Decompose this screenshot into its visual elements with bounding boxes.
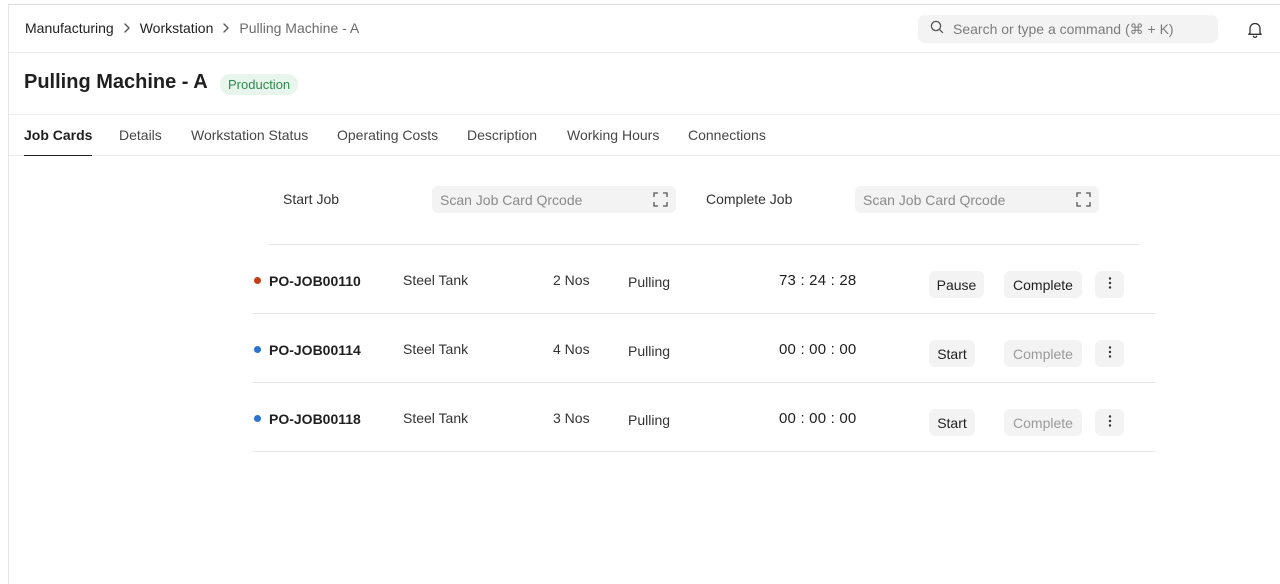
status-badge: Production <box>220 74 299 95</box>
app-frame: Manufacturing Workstation Pulling Machin… <box>8 4 1280 584</box>
job-qty: 4 Nos <box>553 341 590 357</box>
more-vertical-icon <box>1108 345 1112 362</box>
search-bar[interactable] <box>918 15 1218 43</box>
search-icon <box>930 20 944 39</box>
search-input[interactable] <box>953 21 1203 37</box>
tab-operating-costs[interactable]: Operating Costs <box>337 127 438 156</box>
job-card-id[interactable]: PO-JOB00114 <box>269 342 361 358</box>
job-qty: 3 Nos <box>553 410 590 426</box>
job-card-row[interactable]: PO-JOB00110 Steel Tank 2 Nos Pulling 73 … <box>253 245 1155 314</box>
status-dot <box>254 346 261 353</box>
job-timer: 00 : 00 : 00 <box>779 341 857 358</box>
job-card-id[interactable]: PO-JOB00110 <box>269 273 361 289</box>
tab-workstation-status[interactable]: Workstation Status <box>191 127 308 156</box>
job-item: Steel Tank <box>403 272 469 288</box>
job-card-row[interactable]: PO-JOB00114 Steel Tank 4 Nos Pulling 00 … <box>253 314 1155 383</box>
scan-frame-icon[interactable] <box>1076 192 1091 212</box>
status-dot <box>254 415 261 422</box>
chevron-right-icon <box>114 23 140 33</box>
job-item: Steel Tank <box>403 341 469 357</box>
complete-button[interactable]: Complete <box>1004 271 1082 298</box>
tab-bar: Job Cards Details Workstation Status Ope… <box>9 115 1280 156</box>
more-menu-button[interactable] <box>1095 409 1124 436</box>
more-vertical-icon <box>1108 414 1112 431</box>
breadcrumb-workstation[interactable]: Workstation <box>140 20 214 36</box>
scan-frame-icon[interactable] <box>653 192 668 212</box>
more-menu-button[interactable] <box>1095 271 1124 298</box>
tab-description[interactable]: Description <box>467 127 537 156</box>
bell-icon[interactable] <box>1247 21 1263 43</box>
job-card-id[interactable]: PO-JOB00118 <box>269 411 361 427</box>
tab-working-hours[interactable]: Working Hours <box>567 127 659 156</box>
pause-button[interactable]: Pause <box>929 271 984 298</box>
breadcrumb: Manufacturing Workstation Pulling Machin… <box>25 20 359 36</box>
job-timer: 00 : 00 : 00 <box>779 410 857 427</box>
job-operation: Pulling <box>628 412 671 428</box>
tab-job-cards[interactable]: Job Cards <box>24 127 93 156</box>
top-bar: Manufacturing Workstation Pulling Machin… <box>9 5 1280 53</box>
complete-job-scan-field[interactable] <box>855 186 1099 213</box>
job-card-row[interactable]: PO-JOB00118 Steel Tank 3 Nos Pulling 00 … <box>253 383 1155 452</box>
complete-job-label: Complete Job <box>706 191 793 207</box>
job-item: Steel Tank <box>403 410 469 426</box>
page-title: Pulling Machine - A <box>24 71 208 93</box>
breadcrumb-manufacturing[interactable]: Manufacturing <box>25 20 114 36</box>
start-job-scan-field[interactable] <box>432 186 676 213</box>
chevron-right-icon <box>213 23 239 33</box>
breadcrumb-current: Pulling Machine - A <box>239 20 360 36</box>
start-job-label: Start Job <box>283 191 340 207</box>
job-qty: 2 Nos <box>553 272 590 288</box>
more-vertical-icon <box>1108 276 1112 293</box>
start-job-scan-input[interactable] <box>440 191 640 208</box>
start-button[interactable]: Start <box>929 340 975 367</box>
more-menu-button[interactable] <box>1095 340 1124 367</box>
job-operation: Pulling <box>628 343 671 359</box>
complete-button[interactable]: Complete <box>1004 340 1082 367</box>
job-operation: Pulling <box>628 274 671 290</box>
complete-button[interactable]: Complete <box>1004 409 1082 436</box>
job-timer: 73 : 24 : 28 <box>779 272 857 289</box>
status-dot <box>254 277 261 284</box>
tab-details[interactable]: Details <box>119 127 162 156</box>
tab-connections[interactable]: Connections <box>688 127 766 156</box>
complete-job-scan-input[interactable] <box>863 191 1063 208</box>
page-header: Pulling Machine - A Production <box>9 53 1280 115</box>
start-button[interactable]: Start <box>929 409 975 436</box>
